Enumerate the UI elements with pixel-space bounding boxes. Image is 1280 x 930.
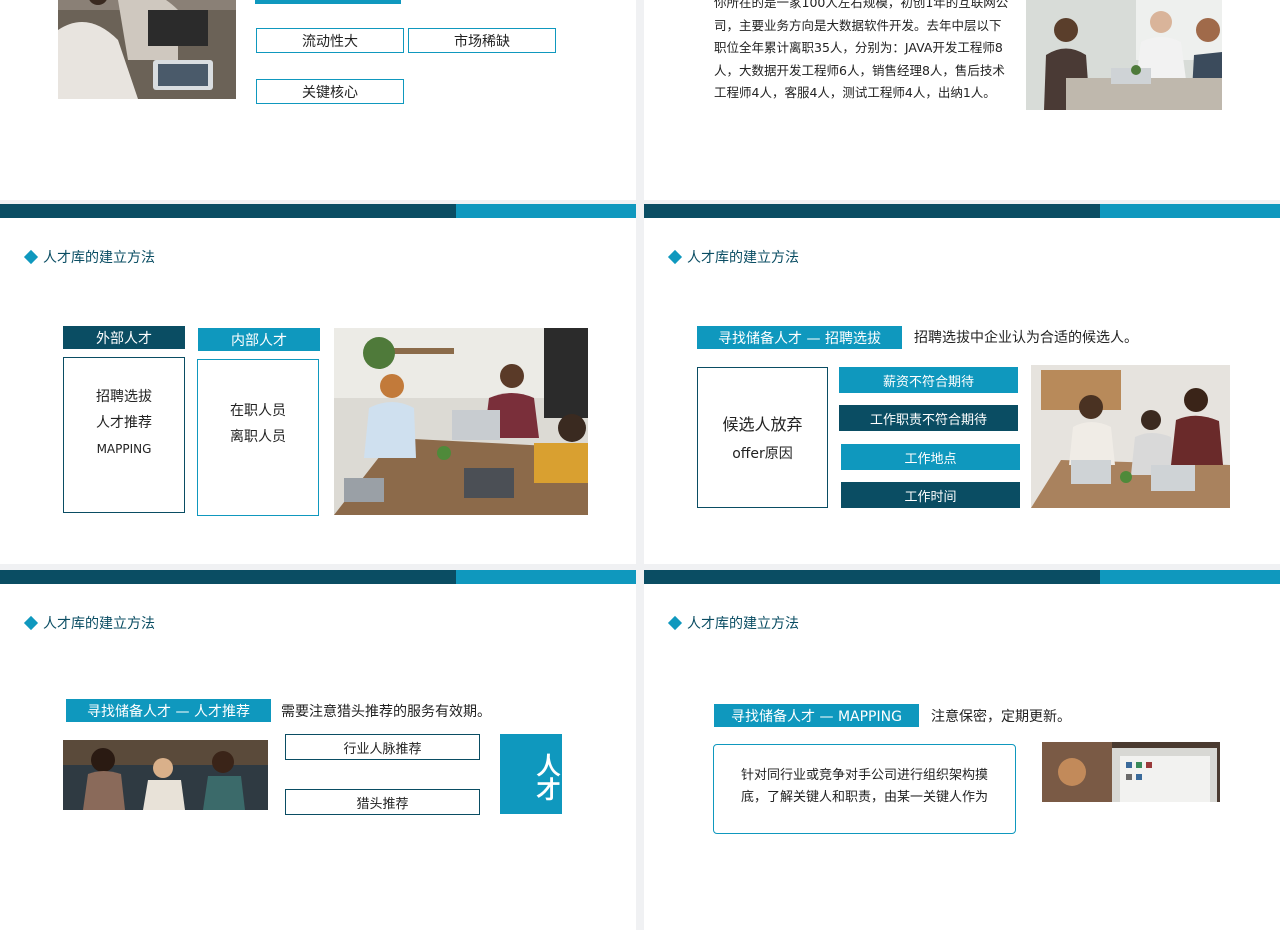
laptop-desk-photo — [58, 0, 236, 99]
tag-market-scarce: 市场稀缺 — [408, 28, 556, 53]
diamond-icon — [667, 615, 683, 631]
slide1-header-bar — [255, 0, 401, 4]
paragraph-line: 司，主要业务方向是大数据软件开发。去年中层以下 — [714, 17, 1002, 33]
diamond-icon — [23, 249, 39, 265]
list-item: 招聘选拔 — [96, 389, 152, 405]
referral-header: 寻找储备人才 — 人才推荐 — [66, 699, 271, 722]
diamond-icon — [23, 615, 39, 631]
talent-vertical-label: 人才 — [500, 734, 562, 814]
referral-network: 行业人脉推荐 — [285, 734, 480, 760]
top-bar-accent — [1100, 204, 1280, 218]
team-meeting-photo — [334, 328, 588, 515]
slide-1: 流动性大 市场稀缺 关键核心 — [0, 0, 636, 200]
slide-title: 人才库的建立方法 — [667, 613, 799, 633]
slide-4: 人才库的建立方法 寻找储备人才 — 招聘选拔 招聘选拔中企业认为合适的候选人。 … — [644, 204, 1280, 564]
mapping-header-desc: 注意保密，定期更新。 — [931, 709, 1071, 725]
top-bar-accent — [456, 204, 636, 218]
external-talent-label: 外部人才 — [63, 326, 185, 349]
slide-title: 人才库的建立方法 — [23, 247, 155, 267]
mapping-header: 寻找储备人才 — MAPPING — [714, 704, 919, 727]
list-item: MAPPING — [96, 442, 152, 456]
tag-key-core: 关键核心 — [256, 79, 404, 104]
recruit-header-desc: 招聘选拔中企业认为合适的候选人。 — [914, 330, 1138, 346]
slide-title-text: 人才库的建立方法 — [43, 616, 155, 632]
laptop-screen-photo — [1042, 742, 1220, 802]
top-bar-accent — [1100, 570, 1280, 584]
slide-title: 人才库的建立方法 — [667, 247, 799, 267]
box-line: 底，了解关键人和职责，由某一关键人作为 — [740, 790, 988, 805]
external-talent-box: 招聘选拔 人才推荐 MAPPING — [63, 357, 185, 513]
offer-reason-box: 候选人放弃 offer原因 — [697, 367, 828, 508]
referral-headhunter: 猎头推荐 — [285, 789, 480, 815]
reason-salary: 薪资不符合期待 — [839, 367, 1018, 393]
tag-liquidity: 流动性大 — [256, 28, 404, 53]
reason-hours: 工作时间 — [841, 482, 1020, 508]
paragraph-line: 你所在的是一家100人左右规模，初创1年的互联网公 — [714, 0, 1009, 10]
mapping-text-box: 针对同行业或竞争对手公司进行组织架构摸 底，了解关键人和职责，由某一关键人作为 — [713, 744, 1016, 834]
box-line: offer原因 — [732, 446, 793, 462]
slide-title-text: 人才库的建立方法 — [687, 616, 799, 632]
internal-talent-label: 内部人才 — [198, 328, 320, 351]
reason-location: 工作地点 — [841, 444, 1020, 470]
recruit-header: 寻找储备人才 — 招聘选拔 — [697, 326, 902, 349]
diamond-icon — [667, 249, 683, 265]
slide-title-text: 人才库的建立方法 — [43, 250, 155, 266]
slide-5: 人才库的建立方法 寻找储备人才 — 人才推荐 需要注意猎头推荐的服务有效期。 行… — [0, 570, 636, 930]
top-bar — [644, 204, 1280, 218]
slide-title-text: 人才库的建立方法 — [687, 250, 799, 266]
paragraph-line: 职位全年累计离职35人，分别为：JAVA开发工程师8 — [714, 40, 1003, 55]
reason-duties: 工作职责不符合期待 — [839, 405, 1018, 431]
list-item: 在职人员 — [230, 403, 286, 419]
slide-2: 你所在的是一家100人左右规模，初创1年的互联网公 司，主要业务方向是大数据软件… — [644, 0, 1280, 200]
slide-title: 人才库的建立方法 — [23, 613, 155, 633]
meeting-photo — [1026, 0, 1222, 110]
internal-talent-box: 在职人员 离职人员 — [197, 359, 319, 516]
paragraph-line: 工程师4人，客服4人，测试工程师4人，出纳1人。 — [714, 85, 996, 100]
list-item: 离职人员 — [230, 429, 286, 445]
top-bar — [0, 204, 636, 218]
company-description: 你所在的是一家100人左右规模，初创1年的互联网公 司，主要业务方向是大数据软件… — [714, 0, 1014, 105]
top-bar-accent — [456, 570, 636, 584]
referral-header-desc: 需要注意猎头推荐的服务有效期。 — [281, 704, 491, 720]
list-item: 人才推荐 — [96, 415, 152, 431]
slide-6: 人才库的建立方法 寻找储备人才 — MAPPING 注意保密，定期更新。 针对同… — [644, 570, 1280, 930]
slide-3: 人才库的建立方法 外部人才 内部人才 招聘选拔 人才推荐 MAPPING 在职人… — [0, 204, 636, 564]
top-bar — [644, 570, 1280, 584]
paragraph-line: 人，大数据开发工程师6人，销售经理8人，售后技术 — [714, 62, 1005, 78]
office-team-photo — [1031, 365, 1230, 508]
box-line: 针对同行业或竞争对手公司进行组织架构摸 — [740, 768, 988, 783]
box-line: 候选人放弃 — [722, 415, 803, 434]
top-bar — [0, 570, 636, 584]
